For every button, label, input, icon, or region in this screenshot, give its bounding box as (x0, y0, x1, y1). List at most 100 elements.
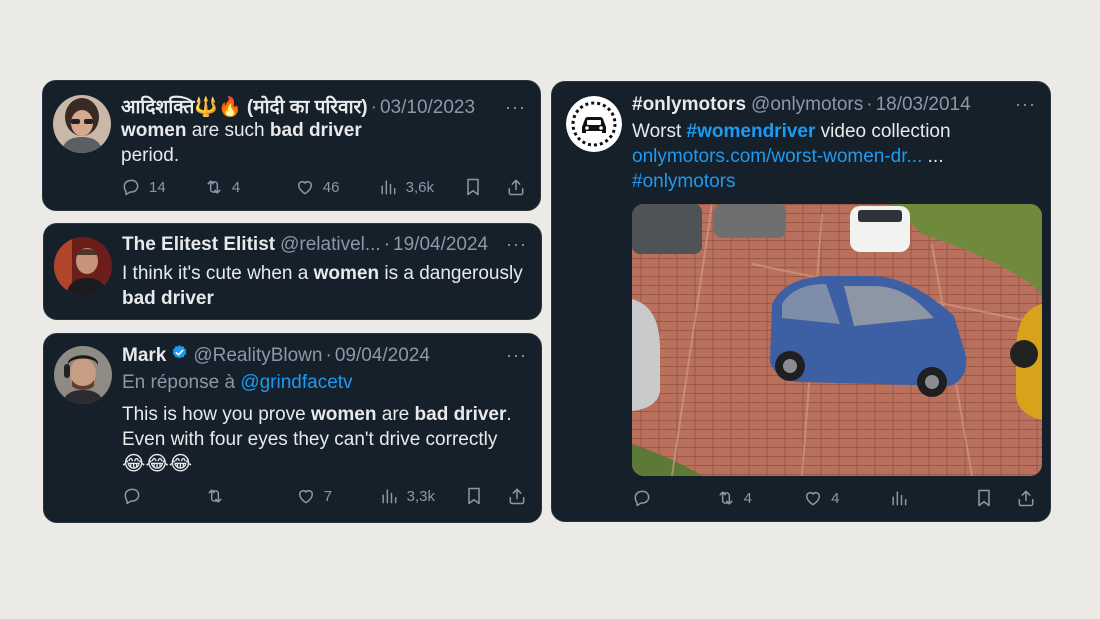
bold-text: bad driver (414, 404, 507, 425)
more-options-icon[interactable]: ··· (1015, 94, 1036, 115)
tweet-date[interactable]: 19/04/2024 (393, 234, 488, 256)
views-button[interactable]: 3,6k (378, 177, 463, 197)
share-button[interactable] (506, 177, 526, 197)
view-count: 3,3k (406, 487, 436, 505)
text-line: period. (121, 145, 180, 166)
bookmark-button[interactable] (464, 486, 507, 506)
separator: · (325, 345, 332, 366)
like-button[interactable]: 4 (803, 488, 889, 508)
view-count: 3,6k (405, 178, 435, 196)
tweet-header: Mark @RealityBlown · 09/04/2024 ··· (122, 344, 527, 367)
url-link[interactable]: onlymotors.com/worst-women-dr... (632, 146, 922, 167)
text-run: are such (186, 120, 270, 141)
tweet-card-2[interactable]: The Elitest Elitist @relativel... · 19/0… (43, 223, 542, 320)
bold-text: bad driver (269, 120, 362, 141)
display-name[interactable]: The Elitest Elitist (122, 234, 275, 256)
tweet-header: आदिशक्ति🔱🔥 (मोदी का परिवार) · 03/10/2023… (121, 93, 526, 119)
separator: · (370, 97, 377, 118)
tweet-date[interactable]: 09/04/2024 (335, 345, 430, 367)
action-bar: 4 4 (632, 488, 1036, 508)
handle[interactable]: @RealityBlown (193, 345, 322, 367)
hashtag-link[interactable]: #onlymotors (632, 171, 736, 192)
bookmark-icon (464, 486, 484, 506)
text-run: I think it's cute when a (122, 263, 314, 284)
like-button[interactable]: 46 (295, 177, 378, 197)
reply-icon (632, 488, 652, 508)
display-name[interactable]: आदिशक्ति🔱🔥 (मोदी का परिवार) (121, 93, 368, 119)
avatar[interactable] (53, 95, 111, 153)
verified-badge-icon (173, 345, 187, 359)
bookmark-button[interactable] (463, 177, 506, 197)
text-run: Worst (632, 121, 687, 142)
text-run: video collection (815, 121, 951, 142)
more-options-icon[interactable]: ··· (505, 97, 526, 118)
action-bar: 14 4 46 3,6k (121, 177, 526, 197)
tweet-date[interactable]: 03/10/2023 (380, 97, 475, 119)
retweet-button[interactable]: 4 (204, 177, 295, 197)
views-icon (378, 177, 398, 197)
handle[interactable]: @relativel... (280, 234, 381, 256)
like-count: 46 (322, 178, 340, 196)
text-run: ... (922, 146, 944, 167)
reply-context: En réponse à @grindfacetv (122, 370, 529, 395)
text-run: This is how you prove (122, 404, 312, 425)
retweet-icon (716, 488, 736, 508)
retweet-button[interactable] (205, 486, 296, 506)
tweet-header: The Elitest Elitist @relativel... · 19/0… (122, 234, 527, 256)
tweet-card-4[interactable]: #onlymotors @onlymotors · 18/03/2014 ···… (551, 81, 1051, 522)
heart-icon (296, 486, 316, 506)
tweet-text: women are such bad driver period. (121, 118, 528, 168)
views-icon (889, 488, 909, 508)
like-count: 7 (323, 487, 333, 505)
avatar[interactable] (566, 96, 622, 152)
like-count: 4 (831, 489, 840, 507)
hashtag-link[interactable]: #womendriver (687, 121, 816, 142)
parking-lot-scene (632, 204, 1042, 476)
bold-text: women (313, 263, 380, 284)
bookmark-button[interactable] (974, 488, 1016, 508)
avatar[interactable] (54, 346, 112, 404)
text-run: is a dangerously (379, 263, 523, 284)
bookmark-icon (463, 177, 483, 197)
views-icon (379, 486, 399, 506)
share-icon (1016, 488, 1036, 508)
more-options-icon[interactable]: ··· (506, 345, 527, 366)
tweet-card-1[interactable]: आदिशक्ति🔱🔥 (मोदी का परिवार) · 03/10/2023… (42, 80, 541, 211)
retweet-count: 4 (231, 178, 241, 196)
reply-icon (122, 486, 142, 506)
bold-text: bad driver (122, 288, 214, 309)
reply-button[interactable]: 14 (121, 177, 204, 197)
separator: · (383, 234, 391, 255)
views-button[interactable] (889, 488, 975, 508)
display-name[interactable]: #onlymotors (632, 94, 746, 116)
tweet-date[interactable]: 18/03/2014 (876, 94, 971, 116)
tweet-text: Worst #womendriver video collection only… (632, 119, 1038, 194)
action-bar: 7 3,3k (122, 486, 527, 506)
reply-button[interactable] (122, 486, 205, 506)
retweet-button[interactable]: 4 (716, 488, 804, 508)
like-button[interactable]: 7 (296, 486, 379, 506)
tweet-card-3[interactable]: Mark @RealityBlown · 09/04/2024 ··· En r… (43, 333, 542, 523)
retweet-count: 4 (743, 489, 752, 507)
reply-icon (121, 177, 141, 197)
display-name[interactable]: Mark (122, 345, 166, 367)
onlymotors-logo-icon (566, 96, 622, 152)
views-button[interactable]: 3,3k (379, 486, 464, 506)
reply-count: 14 (149, 178, 166, 196)
video-thumbnail[interactable] (632, 204, 1042, 476)
heart-icon (295, 177, 315, 197)
reply-handle-link[interactable]: @grindfacetv (240, 372, 352, 393)
share-button[interactable] (1016, 488, 1036, 508)
share-icon (506, 177, 526, 197)
handle[interactable]: @onlymotors (751, 94, 863, 116)
share-icon (507, 486, 527, 506)
avatar[interactable] (54, 237, 112, 295)
share-button[interactable] (507, 486, 527, 506)
heart-icon (803, 488, 823, 508)
more-options-icon[interactable]: ··· (506, 234, 527, 255)
text-run: are (376, 404, 415, 425)
retweet-icon (204, 177, 224, 197)
reply-button[interactable] (632, 488, 716, 508)
emoji-line: 😂😂😂 (122, 453, 193, 475)
bold-text: women (121, 120, 187, 141)
